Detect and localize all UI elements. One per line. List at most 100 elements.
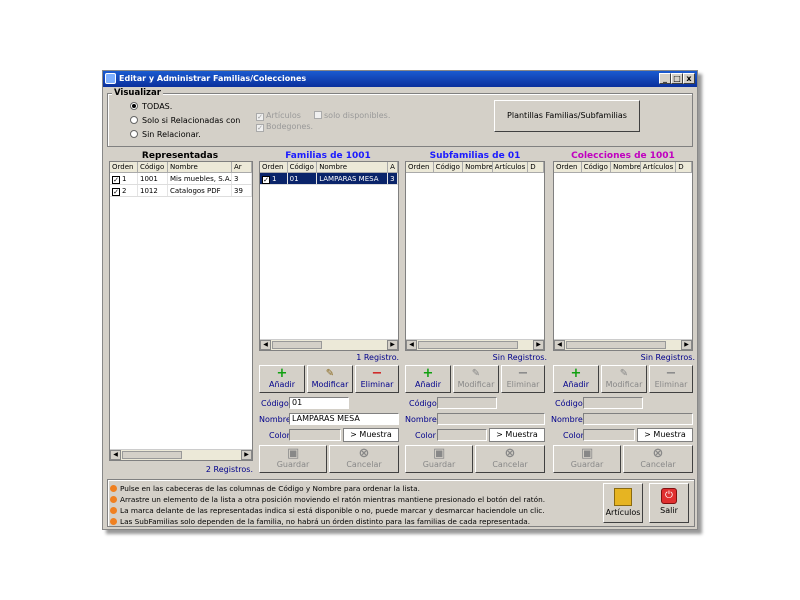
- col-orden[interactable]: Orden: [260, 162, 288, 172]
- salir-button[interactable]: ⏻ Salir: [649, 483, 689, 523]
- minimize-button[interactable]: _: [659, 73, 671, 84]
- scroll-thumb[interactable]: [122, 451, 182, 459]
- horizontal-scrollbar[interactable]: ◀ ▶: [554, 339, 692, 350]
- radio-relacionadas[interactable]: Solo si Relacionadas con: [130, 116, 240, 125]
- col-orden[interactable]: Orden: [110, 162, 138, 172]
- radio-icon: [130, 116, 138, 124]
- subfamilias-grid[interactable]: Orden Código Nombre Artículos D ◀ ▶: [405, 161, 545, 351]
- articulos-checkbox-label: Artículos: [266, 111, 301, 120]
- representadas-grid[interactable]: Orden Código Nombre Ar ✓ 1 1001 Mis muebl…: [109, 161, 253, 461]
- col-codigo[interactable]: Código: [582, 162, 612, 172]
- edit-icon: ✎: [619, 368, 629, 379]
- eliminar-label: Eliminar: [506, 380, 540, 389]
- col-d[interactable]: D: [528, 162, 544, 172]
- codigo-field[interactable]: [437, 397, 497, 409]
- eliminar-button[interactable]: − Eliminar: [649, 365, 693, 393]
- scroll-left-icon[interactable]: ◀: [110, 450, 121, 460]
- muestra-button[interactable]: > Muestra: [489, 428, 545, 442]
- table-row-selected[interactable]: ✓ 1 01 LAMPARAS MESA 3: [260, 173, 398, 185]
- row-nombre: Catalogos PDF: [168, 185, 232, 196]
- edit-icon: ✎: [325, 368, 335, 379]
- scroll-thumb[interactable]: [418, 341, 518, 349]
- table-row[interactable]: ✓ 2 1012 Catalogos PDF 39: [110, 185, 252, 197]
- col-nombre[interactable]: Nombre: [611, 162, 641, 172]
- col-ar[interactable]: Ar: [232, 162, 252, 172]
- minus-icon: −: [371, 366, 383, 381]
- nombre-field[interactable]: [437, 413, 545, 425]
- nombre-field[interactable]: LAMPARAS MESA: [289, 413, 399, 425]
- codigo-field[interactable]: 01: [289, 397, 349, 409]
- nombre-field[interactable]: [583, 413, 693, 425]
- scroll-thumb[interactable]: [566, 341, 666, 349]
- radio-sin-relacionar[interactable]: Sin Relacionar.: [130, 130, 201, 139]
- title-bar[interactable]: Editar y Administrar Familias/Coleccione…: [103, 71, 697, 87]
- row-check-icon[interactable]: ✓: [112, 176, 120, 184]
- col-orden[interactable]: Orden: [554, 162, 582, 172]
- col-nombre[interactable]: Nombre: [168, 162, 232, 172]
- radio-selected-icon: [130, 102, 138, 110]
- horizontal-scrollbar[interactable]: ◀ ▶: [260, 339, 398, 350]
- close-button[interactable]: x: [683, 73, 695, 84]
- minus-icon: −: [665, 366, 677, 381]
- color-field[interactable]: [583, 429, 635, 441]
- eliminar-button[interactable]: − Eliminar: [355, 365, 399, 393]
- row-check-icon[interactable]: ✓: [262, 176, 270, 184]
- scroll-right-icon[interactable]: ▶: [387, 340, 398, 350]
- radio-todas[interactable]: TODAS.: [130, 102, 172, 111]
- maximize-button[interactable]: □: [671, 73, 683, 84]
- guardar-button[interactable]: ▣ Guardar: [553, 445, 621, 473]
- cancel-icon: ⊗: [358, 446, 370, 461]
- radio-sin-relacionar-label: Sin Relacionar.: [142, 130, 201, 139]
- cancelar-button[interactable]: ⊗ Cancelar: [329, 445, 399, 473]
- color-field[interactable]: [437, 429, 487, 441]
- cancelar-button[interactable]: ⊗ Cancelar: [623, 445, 693, 473]
- plantillas-button[interactable]: Plantillas Familias/Subfamilias: [494, 100, 640, 132]
- scroll-right-icon[interactable]: ▶: [681, 340, 692, 350]
- guardar-button[interactable]: ▣ Guardar: [259, 445, 327, 473]
- row-orden: 1: [272, 175, 277, 183]
- col-a[interactable]: A: [388, 162, 398, 172]
- anadir-button[interactable]: + Añadir: [553, 365, 599, 393]
- col-codigo[interactable]: Código: [288, 162, 318, 172]
- cancelar-button[interactable]: ⊗ Cancelar: [475, 445, 545, 473]
- horizontal-scrollbar[interactable]: ◀ ▶: [110, 449, 252, 460]
- color-field[interactable]: [289, 429, 341, 441]
- guardar-button[interactable]: ▣ Guardar: [405, 445, 473, 473]
- col-nombre[interactable]: Nombre: [317, 162, 389, 172]
- familias-grid[interactable]: Orden Código Nombre A ✓ 1 01 LAMPARAS MES…: [259, 161, 399, 351]
- col-codigo[interactable]: Código: [138, 162, 168, 172]
- anadir-button[interactable]: + Añadir: [405, 365, 451, 393]
- muestra-button[interactable]: > Muestra: [637, 428, 693, 442]
- col-nombre[interactable]: Nombre: [463, 162, 493, 172]
- plus-icon: +: [570, 366, 582, 381]
- muestra-button[interactable]: > Muestra: [343, 428, 399, 442]
- col-d[interactable]: D: [676, 162, 692, 172]
- scroll-right-icon[interactable]: ▶: [241, 450, 252, 460]
- scroll-left-icon[interactable]: ◀: [554, 340, 565, 350]
- eliminar-button[interactable]: − Eliminar: [501, 365, 545, 393]
- horizontal-scrollbar[interactable]: ◀ ▶: [406, 339, 544, 350]
- modificar-button[interactable]: ✎ Modificar: [307, 365, 353, 393]
- articulos-checkbox[interactable]: ✓ Artículos: [256, 111, 301, 121]
- scroll-left-icon[interactable]: ◀: [260, 340, 271, 350]
- scroll-thumb[interactable]: [272, 341, 322, 349]
- table-row[interactable]: ✓ 1 1001 Mis muebles, S.A. 3: [110, 173, 252, 185]
- col-articulos[interactable]: Artículos: [493, 162, 529, 172]
- modificar-button[interactable]: ✎ Modificar: [453, 365, 499, 393]
- colecciones-grid[interactable]: Orden Código Nombre Artículos D ◀ ▶: [553, 161, 693, 351]
- col-articulos[interactable]: Artículos: [641, 162, 677, 172]
- modificar-button[interactable]: ✎ Modificar: [601, 365, 647, 393]
- articulos-button[interactable]: Artículos: [603, 483, 643, 523]
- row-check-icon[interactable]: ✓: [112, 188, 120, 196]
- solo-disponibles-checkbox[interactable]: solo disponibles.: [314, 111, 390, 120]
- col-orden[interactable]: Orden: [406, 162, 434, 172]
- bodegones-checkbox[interactable]: ✓ Bodegones.: [256, 122, 313, 132]
- scroll-right-icon[interactable]: ▶: [533, 340, 544, 350]
- anadir-button[interactable]: + Añadir: [259, 365, 305, 393]
- codigo-field[interactable]: [583, 397, 643, 409]
- save-icon: ▣: [287, 446, 300, 461]
- col-codigo[interactable]: Código: [434, 162, 464, 172]
- radio-icon: [130, 130, 138, 138]
- scroll-left-icon[interactable]: ◀: [406, 340, 417, 350]
- visualizar-group: Visualizar TODAS. Solo si Relacionadas c…: [107, 88, 693, 147]
